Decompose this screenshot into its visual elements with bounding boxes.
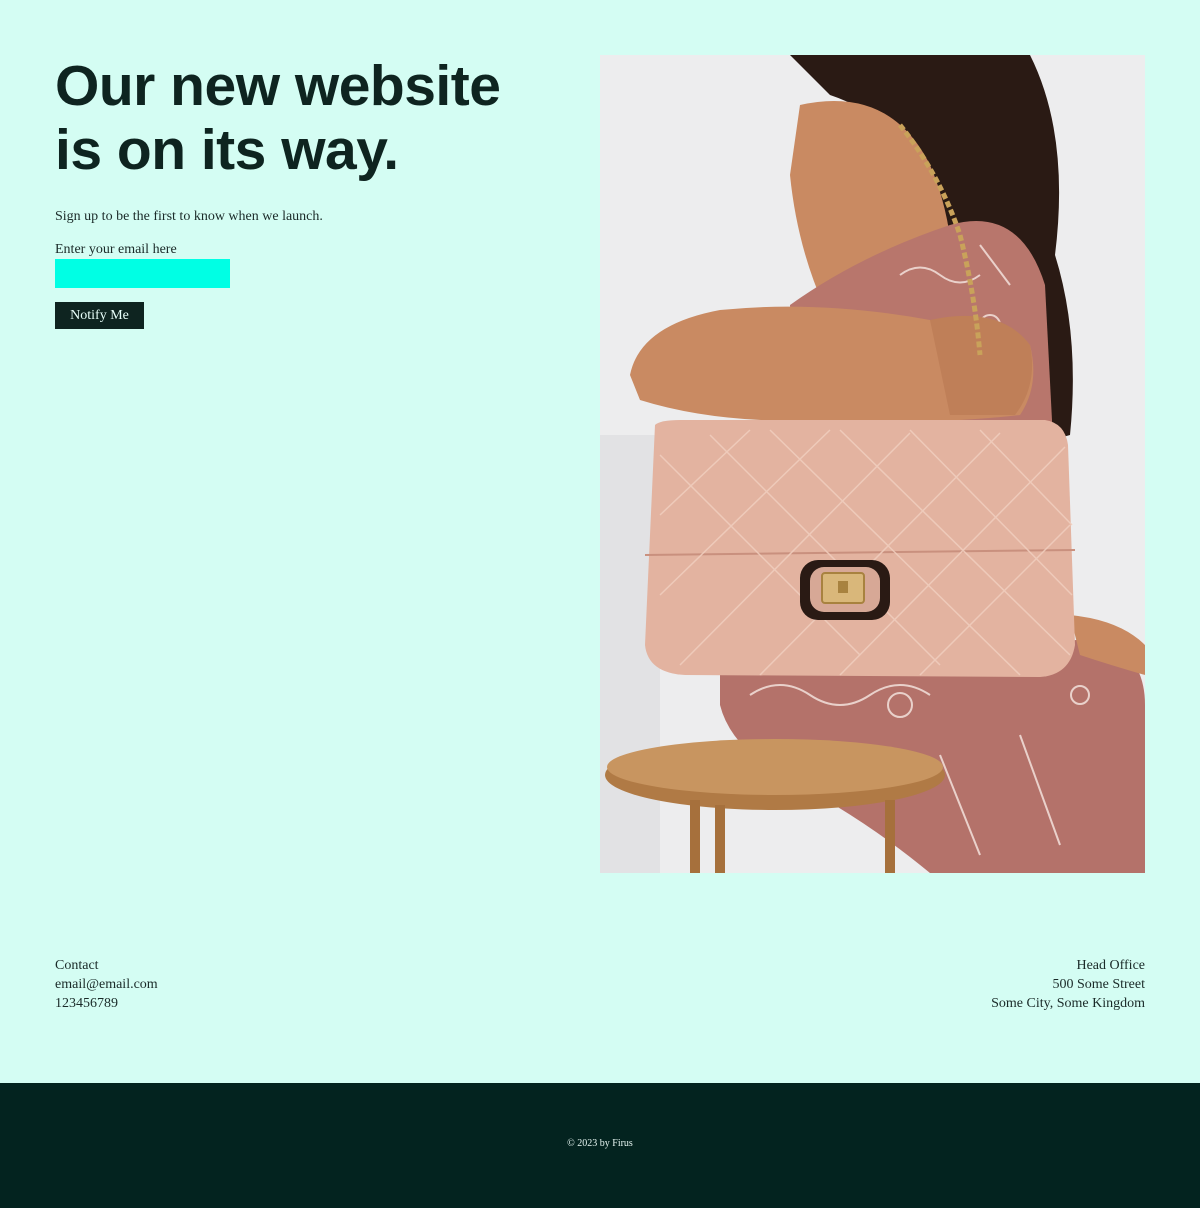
- office-street: 500 Some Street: [1052, 977, 1145, 992]
- contact-heading: Contact: [55, 958, 99, 973]
- signup-subtitle: Sign up to be the first to know when we …: [55, 209, 323, 224]
- hero-photo: [600, 55, 1145, 873]
- contact-info: Contact email@email.com 123456789: [55, 956, 158, 1013]
- head-office-info: Head Office 500 Some Street Some City, S…: [991, 956, 1145, 1013]
- copyright-text: © 2023 by Firus: [567, 1138, 633, 1149]
- email-field[interactable]: [55, 259, 230, 288]
- office-city: Some City, Some Kingdom: [991, 996, 1145, 1011]
- office-heading: Head Office: [1076, 958, 1145, 973]
- page-title-line-1: Our new website: [55, 54, 501, 118]
- footer: © 2023 by Firus: [0, 1083, 1200, 1208]
- page-title: Our new website is on its way.: [55, 54, 575, 182]
- contact-phone[interactable]: 123456789: [55, 994, 158, 1013]
- notify-me-button[interactable]: Notify Me: [55, 302, 144, 329]
- page-title-line-2: is on its way.: [55, 118, 399, 182]
- email-field-label: Enter your email here: [55, 242, 177, 257]
- product-photo-icon: [600, 55, 1145, 873]
- contact-email[interactable]: email@email.com: [55, 975, 158, 994]
